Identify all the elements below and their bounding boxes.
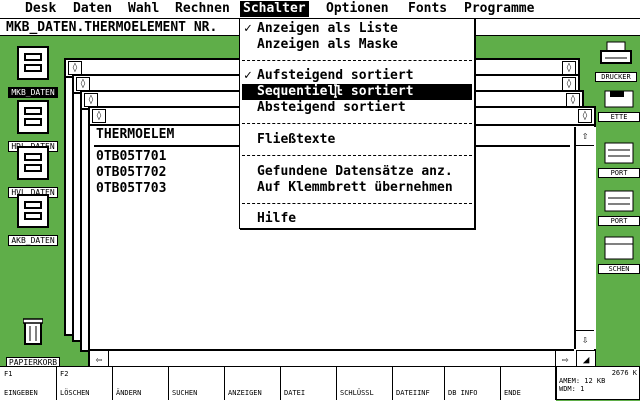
menu-programme[interactable]: Programme bbox=[461, 1, 537, 17]
desktop-icon-label: SCHEN bbox=[598, 264, 640, 274]
menu-item-klemmbrett[interactable]: Auf Klemmbrett übernehmen bbox=[242, 180, 472, 196]
menu-item-label: Anzeigen als Liste bbox=[257, 21, 398, 36]
drawer-icon bbox=[17, 194, 49, 228]
schalter-dropdown: ✓ Anzeigen als Liste Anzeigen als Maske … bbox=[239, 18, 475, 229]
fkey-schluessel[interactable]: SCHLÜSSL bbox=[336, 367, 393, 400]
menu-item-fliesstexte[interactable]: Fließtexte bbox=[242, 132, 472, 148]
desktop-icon-label: PORT bbox=[598, 168, 640, 178]
fkey-dbinfo[interactable]: DB INFO bbox=[444, 367, 501, 400]
printer-icon bbox=[600, 41, 632, 64]
list-item[interactable]: 0TB05T703 bbox=[96, 181, 166, 196]
drawer-icon bbox=[17, 46, 49, 80]
menu-item-maske[interactable]: Anzeigen als Maske bbox=[242, 37, 472, 53]
menu-item-label: Gefundene Datensätze anz. bbox=[257, 164, 453, 179]
desktop-icon-akb[interactable]: AKB_DATEN bbox=[2, 194, 64, 247]
column-header: THERMOELEM bbox=[96, 127, 175, 142]
menu-rechnen[interactable]: Rechnen bbox=[172, 1, 233, 17]
fkey-loeschen[interactable]: F2 LÖSCHEN bbox=[56, 367, 113, 400]
menu-item-label: Absteigend sortiert bbox=[257, 100, 406, 115]
menu-item-absteigend[interactable]: Absteigend sortiert bbox=[242, 100, 472, 116]
memory-status: 2676 K AMEM: 12 KB WDM: 1 bbox=[556, 366, 640, 400]
menu-separator bbox=[242, 60, 472, 62]
menu-item-label: Aufsteigend sortiert bbox=[257, 68, 414, 83]
desktop-icon-label: PORT bbox=[598, 216, 640, 226]
fkey-aendern[interactable]: ÄNDERN bbox=[112, 367, 169, 400]
menu-bar: Desk Daten Wahl Rechnen Schalter Optione… bbox=[0, 0, 640, 19]
fkey-label: DATEI bbox=[284, 389, 306, 397]
menu-separator bbox=[242, 203, 472, 205]
menu-item-aufsteigend[interactable]: ✓ Aufsteigend sortiert bbox=[242, 68, 472, 84]
fkey-ende[interactable]: ENDE bbox=[500, 367, 556, 400]
fkey-label: DATEIINF bbox=[396, 389, 430, 397]
fkey-label: SCHLÜSSL bbox=[340, 389, 374, 397]
fkey-label: SUCHEN bbox=[172, 389, 198, 397]
menu-fonts[interactable]: Fonts bbox=[405, 1, 450, 17]
desktop-icon-label: AKB_DATEN bbox=[8, 235, 58, 246]
fkey-label: LÖSCHEN bbox=[60, 389, 90, 397]
fkey-anzeigen[interactable]: ANZEIGEN bbox=[224, 367, 281, 400]
vertical-scrollbar[interactable]: ⇧ ⇩ bbox=[574, 127, 596, 349]
fkey-label: EINGEBEN bbox=[4, 389, 38, 397]
port-desktop-icon-2[interactable]: PORT bbox=[598, 190, 640, 226]
fkey-number: F2 bbox=[60, 370, 69, 378]
fkey-eingeben[interactable]: F1 EINGEBEN bbox=[0, 367, 57, 400]
menu-item-hilfe[interactable]: Hilfe bbox=[242, 211, 472, 227]
menu-item-label: Auf Klemmbrett übernehmen bbox=[257, 180, 453, 195]
menu-item-label: Fließtexte bbox=[257, 132, 336, 147]
menu-item-liste[interactable]: ✓ Anzeigen als Liste bbox=[242, 21, 472, 37]
menu-separator bbox=[242, 155, 472, 157]
scroll-up-icon[interactable]: ⇧ bbox=[576, 127, 594, 146]
fullsize-icon[interactable]: ◊ bbox=[562, 77, 576, 91]
menu-schalter[interactable]: Schalter bbox=[240, 1, 309, 17]
menu-item-label: Anzeigen als Maske bbox=[257, 37, 398, 52]
trash-can[interactable]: PAPIERKORB bbox=[2, 318, 64, 369]
desktop-icon-label: ETTE bbox=[598, 112, 640, 122]
checkmark-icon: ✓ bbox=[244, 68, 252, 83]
menu-wahl[interactable]: Wahl bbox=[125, 1, 162, 17]
misc-desktop-icon[interactable]: SCHEN bbox=[598, 236, 640, 274]
memory-amem: AMEM: 12 KB bbox=[559, 377, 606, 385]
menu-daten[interactable]: Daten bbox=[70, 1, 115, 17]
desktop-icon-label: MKB_DATEN bbox=[8, 87, 58, 98]
fkey-dateiinf[interactable]: DATEIINF bbox=[392, 367, 445, 400]
desktop-icon-hvl[interactable]: HVL_DATEN bbox=[2, 146, 64, 199]
desktop-icon-mkb[interactable]: MKB_DATEN bbox=[2, 46, 64, 99]
menu-desk[interactable]: Desk bbox=[22, 1, 59, 17]
fkey-label: ANZEIGEN bbox=[228, 389, 262, 397]
fullsize-icon[interactable]: ◊ bbox=[578, 109, 592, 123]
menu-separator bbox=[242, 123, 472, 125]
list-item[interactable]: 0TB05T702 bbox=[96, 165, 166, 180]
memory-free: 2676 K bbox=[611, 369, 637, 377]
memory-wdm: WDM: 1 bbox=[559, 385, 585, 393]
scroll-down-icon[interactable]: ⇩ bbox=[576, 330, 594, 349]
fkey-suchen[interactable]: SUCHEN bbox=[168, 367, 225, 400]
checkmark-icon: ✓ bbox=[244, 21, 252, 36]
trash-icon bbox=[22, 318, 44, 345]
drawer-icon bbox=[17, 146, 49, 180]
text-cursor-icon bbox=[334, 84, 342, 98]
menu-item-label: Hilfe bbox=[257, 211, 297, 226]
drawer-icon bbox=[17, 100, 49, 134]
printer-desktop-icon[interactable]: DRUCKER bbox=[594, 40, 638, 82]
menu-item-gefundene[interactable]: Gefundene Datensätze anz. bbox=[242, 164, 472, 180]
menu-item-sequentiell[interactable]: Sequentiell sortiert bbox=[242, 84, 472, 100]
floppy-icon bbox=[604, 90, 634, 108]
disk-desktop-icon[interactable]: ETTE bbox=[598, 90, 640, 122]
fkey-number: F1 bbox=[4, 370, 13, 378]
port-icon bbox=[604, 190, 634, 212]
desktop-icon-label: DRUCKER bbox=[595, 72, 637, 82]
fkey-label: ÄNDERN bbox=[116, 389, 142, 397]
fkey-label: DB INFO bbox=[448, 389, 478, 397]
fullsize-icon[interactable]: ◊ bbox=[562, 61, 576, 75]
box-icon bbox=[604, 236, 634, 260]
menu-optionen[interactable]: Optionen bbox=[323, 1, 392, 17]
fullsize-icon[interactable]: ◊ bbox=[566, 93, 580, 107]
list-item[interactable]: 0TB05T701 bbox=[96, 149, 166, 164]
port-icon bbox=[604, 142, 634, 164]
fkey-datei[interactable]: DATEI bbox=[280, 367, 337, 400]
function-key-bar: F1 EINGEBEN F2 LÖSCHEN ÄNDERN SUCHEN ANZ… bbox=[0, 366, 556, 401]
fkey-label: ENDE bbox=[504, 389, 521, 397]
port-desktop-icon[interactable]: PORT bbox=[598, 142, 640, 178]
